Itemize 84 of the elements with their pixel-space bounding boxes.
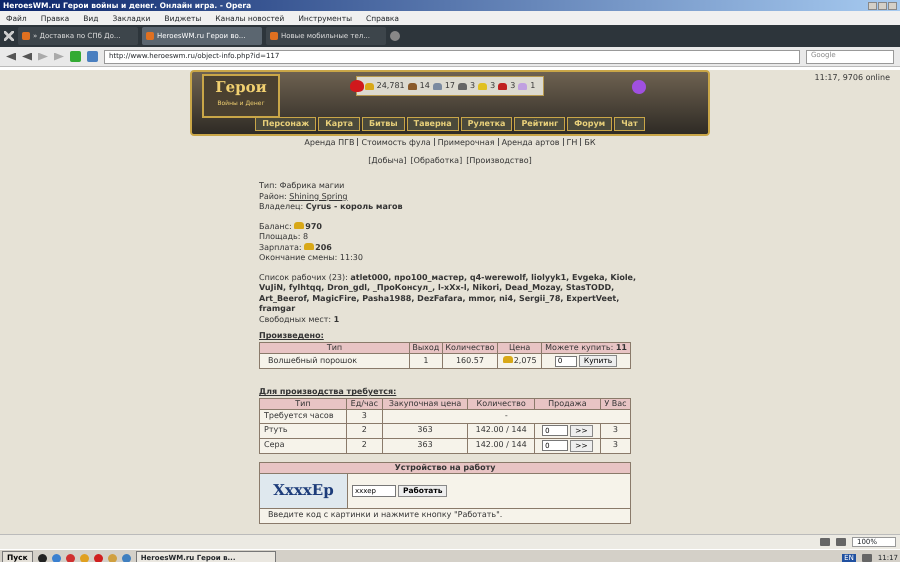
info-line: Площадь: 8 — [259, 232, 310, 243]
nav-link[interactable]: Примерочная — [438, 138, 495, 147]
nav-link[interactable]: Аренда артов — [502, 138, 560, 147]
nav-link[interactable]: ГН — [566, 138, 578, 147]
info-line: Зарплата: 206 — [259, 242, 333, 254]
table-cell: - — [382, 410, 630, 424]
table-cell: 363 — [382, 438, 468, 454]
nav-button[interactable]: Битвы — [362, 117, 405, 131]
column-header: Выход — [410, 342, 442, 354]
column-header: Ед/час — [346, 398, 382, 410]
resource-icon — [518, 82, 528, 90]
resource-amount: 3 — [510, 81, 516, 91]
table-cell: 2 — [346, 438, 382, 454]
table-cell: 363 — [382, 423, 468, 438]
table-cell: 2,075 — [498, 354, 542, 369]
table-cell: 3 — [600, 423, 630, 438]
nav-button[interactable]: Таверна — [406, 117, 459, 131]
table-cell: 3 — [346, 410, 382, 424]
district-link[interactable]: Shining Spring — [289, 192, 348, 201]
resource-amount: 24,781 — [376, 81, 405, 91]
nav-link[interactable]: Стоимость фула — [361, 138, 431, 147]
forward-icon[interactable] — [38, 52, 48, 60]
back-icon[interactable] — [22, 52, 32, 60]
table-cell: 142.00 / 144 — [468, 438, 534, 454]
fast-forward-icon[interactable] — [54, 52, 64, 60]
section-title: Произведено: — [259, 331, 325, 342]
info-line: Свободных мест: 1 — [259, 314, 340, 326]
resource-amount: 3 — [490, 81, 496, 91]
column-header: Продажа — [534, 398, 600, 410]
info-line: Окончание смены: 11:30 — [259, 253, 364, 264]
column-header: Количество — [468, 398, 534, 410]
nav-button[interactable]: Рейтинг — [514, 117, 566, 131]
nav-button[interactable]: Чат — [614, 117, 645, 131]
favicon-icon — [146, 32, 154, 40]
table-cell: Волшебный порошок — [260, 354, 410, 369]
resource-amount: 14 — [420, 81, 430, 91]
panel-title: Устройство на работу — [260, 462, 630, 474]
potion-icon — [632, 80, 646, 94]
section-link[interactable]: [Производство] — [466, 156, 532, 165]
table-cell: 2 — [346, 423, 382, 438]
rewind-icon[interactable] — [6, 52, 16, 60]
table-cell: Требуется часов — [260, 410, 346, 424]
new-tab-icon[interactable] — [390, 31, 400, 41]
column-header: У Вас — [600, 398, 630, 410]
table-cell: 160.57 — [442, 354, 498, 369]
captcha-image: XxxxEp — [260, 474, 348, 508]
hint-text: Введите код с картинки и нажмите кнопку "Работать". — [268, 510, 502, 521]
resource-icon — [498, 82, 508, 90]
online-status: 11:17, 9706 online — [814, 73, 890, 83]
resource-icon — [458, 82, 467, 90]
resource-amount: 1 — [530, 81, 536, 91]
nav-button[interactable]: Форум — [567, 117, 612, 131]
info-line: Тип: Фабрика магии — [259, 181, 346, 192]
column-header: Закупочная цена — [382, 398, 468, 410]
nav-button[interactable]: Рулетка — [460, 117, 512, 131]
column-header: Цена — [498, 342, 542, 354]
column-header: Количество — [442, 342, 498, 354]
section-title: Для производства требуется: — [259, 387, 398, 398]
info-line: Район: Shining Spring — [259, 192, 348, 202]
column-header: Можете купить: 11 — [542, 342, 630, 354]
nav-link[interactable]: БК — [584, 138, 596, 147]
resource-amount: 3 — [470, 81, 476, 91]
info-line: Баланс: 970 — [259, 222, 323, 232]
resource-icon — [364, 82, 374, 90]
table-cell: 3 — [600, 438, 630, 454]
resource-icon — [432, 82, 442, 90]
column-header: Тип — [260, 342, 410, 354]
nav-button[interactable]: Персонаж — [255, 117, 316, 131]
favicon-icon — [22, 32, 30, 40]
favicon-icon — [270, 32, 278, 40]
table-cell: 142.00 / 144 — [468, 423, 534, 438]
section-link[interactable]: [Обработка] — [410, 156, 462, 165]
info-line: Владелец: Cyrus - король магов — [259, 202, 404, 213]
table-cell: Ртуть — [260, 423, 346, 438]
column-header: Тип — [260, 398, 346, 410]
resource-icon — [478, 82, 488, 90]
table-cell: 1 — [410, 354, 442, 369]
table-cell: Сера — [260, 438, 346, 454]
section-link[interactable]: [Добыча] — [368, 156, 407, 165]
resource-amount: 17 — [444, 81, 455, 91]
resource-icon — [408, 82, 417, 90]
nav-button[interactable]: Карта — [318, 117, 360, 131]
info-line: Список рабочих (23): atlet000, про100_мастер, q4-werewolf, liolyyk1, Evgeka, Kiole, VuJiN, fylhtqq, Dron_gdl, _ПроКонсул_, l-xXx-l, Nikori, Dead_Mozay, StasTODD, Art_Beerof, MagicFire, Pasha1988, DezFafara, mmor, ni4, Sergii_78, ExpertVeet, framgar — [259, 272, 638, 315]
nav-link[interactable]: Аренда ПГВ — [304, 138, 354, 147]
